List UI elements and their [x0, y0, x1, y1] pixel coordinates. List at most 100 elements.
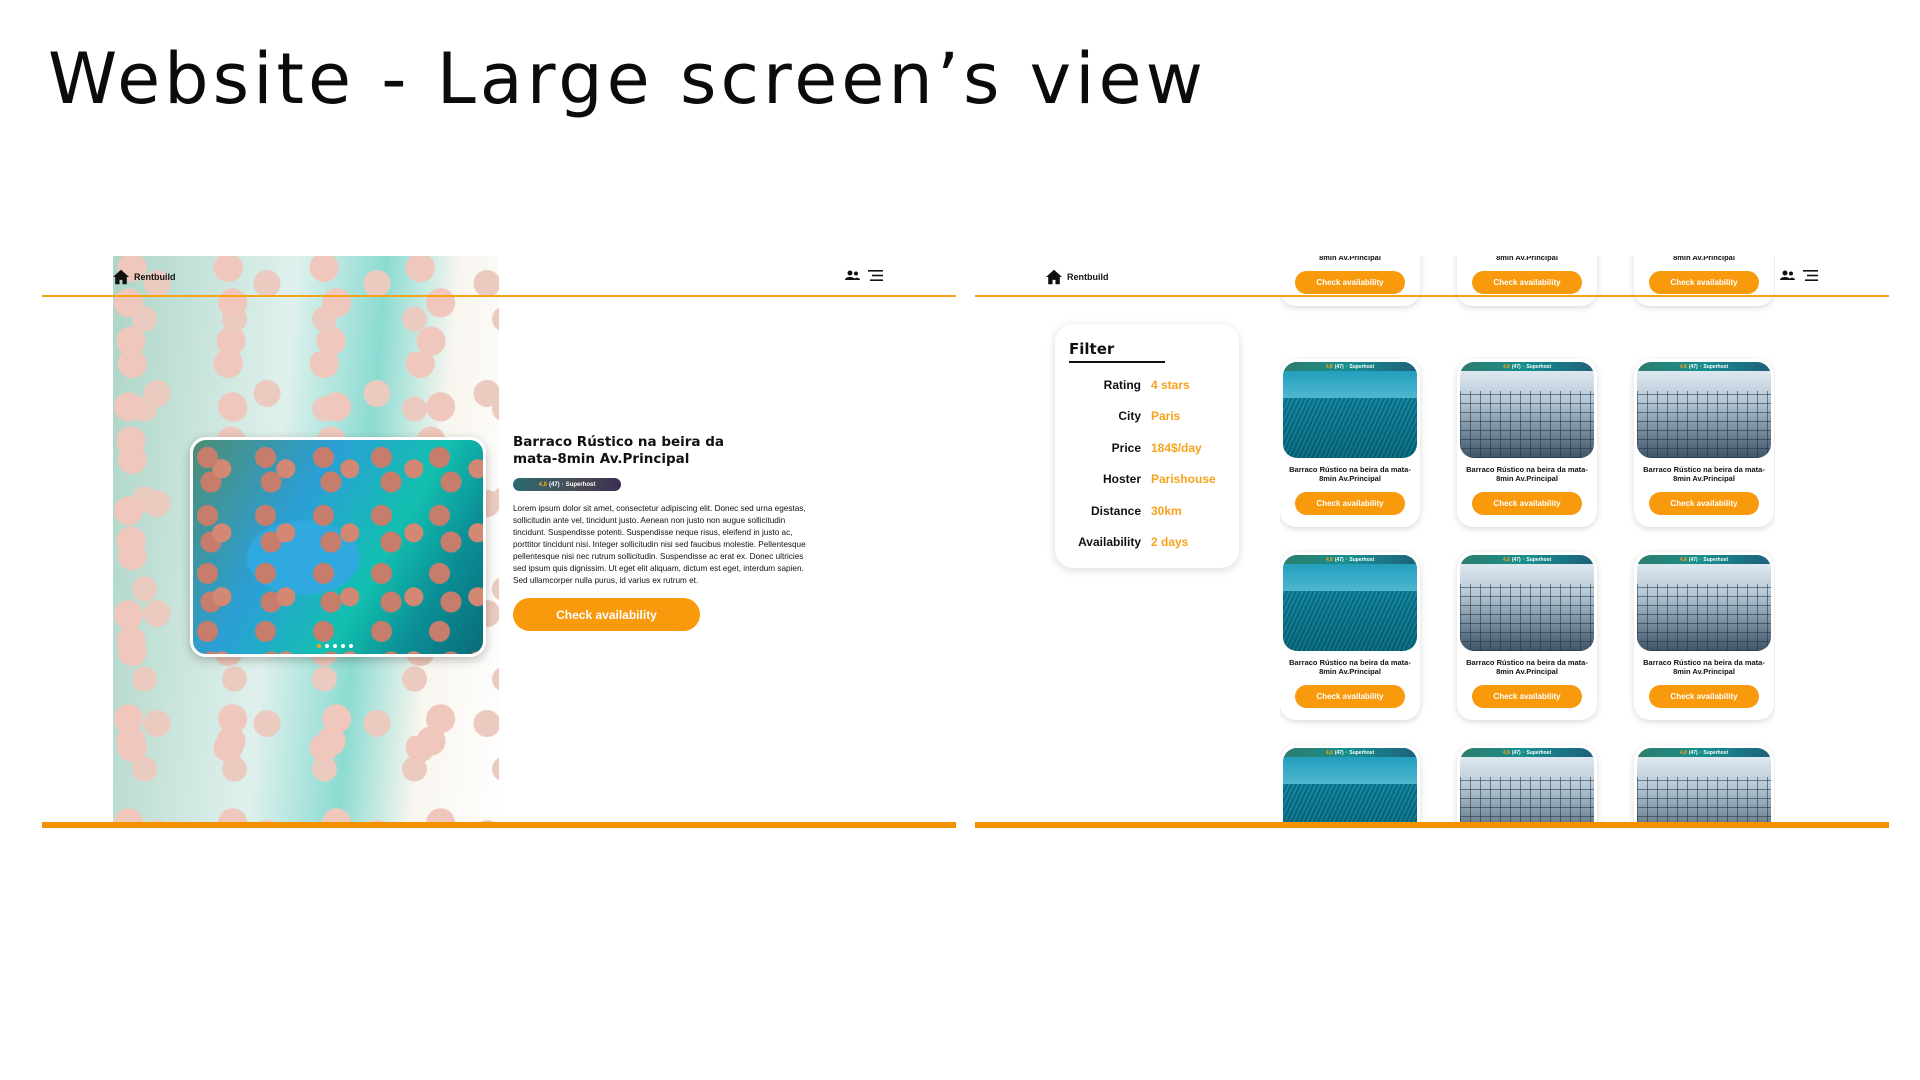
- carousel-dot[interactable]: [325, 644, 329, 648]
- listing-card[interactable]: 4,8(47)·Superhost Barraco Rústico na beir…: [1457, 359, 1597, 527]
- listing-card-title: Barraco Rústico na beira da mata-8min Av…: [1643, 465, 1765, 483]
- badge-separator: ·: [1522, 556, 1525, 563]
- filter-row-price[interactable]: Price 184$/day: [1055, 432, 1239, 464]
- check-availability-button[interactable]: Check availability: [1295, 492, 1405, 515]
- hamburger-menu-icon[interactable]: [868, 270, 883, 281]
- filter-value[interactable]: 4 stars: [1151, 378, 1190, 392]
- listing-card[interactable]: 4,8(47)·Superhost Barraco Rústico na beir…: [1634, 359, 1774, 527]
- superhost-label: Superhost: [565, 481, 596, 488]
- rating-badge: 4,8 (47) · Superhost: [1460, 555, 1594, 564]
- rating-badge: 4,8 (47) · Superhost: [1283, 555, 1417, 564]
- listing-card-image[interactable]: 4,8 (47) · Superhost: [1460, 362, 1594, 458]
- listing-card-title: Barraco Rústico na beira da mata-8min Av…: [1496, 256, 1558, 262]
- listing-card-title: Barraco Rústico na beira da mata-8min Av…: [1466, 658, 1588, 676]
- check-availability-button[interactable]: Check availability: [1472, 492, 1582, 515]
- check-availability-button[interactable]: Check availability: [1649, 271, 1759, 294]
- listing-details: Barraco Rústico na beira da mata-8min Av…: [513, 434, 818, 631]
- brand-logo[interactable]: Rentbuild: [112, 269, 176, 285]
- badge-separator: ·: [1699, 363, 1702, 370]
- listing-card[interactable]: 4,8 (47) · Superhost: [1280, 745, 1420, 822]
- users-icon[interactable]: [845, 270, 860, 281]
- check-availability-button[interactable]: Check availability: [1472, 271, 1582, 294]
- listing-card-title: Barraco Rústico na beira da mata-8min Av…: [1466, 465, 1588, 483]
- listing-card-image[interactable]: 4,8 (47) · Superhost: [1637, 748, 1771, 822]
- rating-value: 4,8: [1679, 749, 1687, 756]
- review-count: (47): [549, 481, 560, 488]
- filter-label: Rating: [1103, 377, 1141, 392]
- carousel-dot[interactable]: [317, 644, 321, 648]
- rating-badge: 4,8 (47) · Superhost: [1460, 748, 1594, 757]
- superhost-label: Superhost: [1703, 749, 1729, 756]
- listing-card-grid: 4,8(47)·SuperhostBarraco Rústico na beir…: [1280, 256, 1775, 822]
- rating-value: 4,8: [1502, 749, 1510, 756]
- filter-value[interactable]: 184$/day: [1151, 441, 1202, 455]
- listing-card[interactable]: 4,8(47)·SuperhostBarraco Rústico na beir…: [1634, 552, 1774, 720]
- badge-separator: ·: [1345, 749, 1348, 756]
- check-availability-button[interactable]: Check availability: [1649, 492, 1759, 515]
- listing-card-image[interactable]: 4,8 (47) · Superhost: [1460, 555, 1594, 651]
- check-availability-button[interactable]: Check availability: [513, 598, 700, 631]
- listing-card[interactable]: 4,8 (47) · Superhost: [1457, 745, 1597, 822]
- listing-card[interactable]: 4,8(47)·SuperhostBarraco Rústico na beir…: [1280, 359, 1420, 527]
- badge-separator: ·: [1522, 749, 1525, 756]
- rating-badge: 4,8 (47) · Superhost: [1637, 748, 1771, 757]
- listing-card-image[interactable]: 4,8 (47) · Superhost: [1637, 555, 1771, 651]
- carousel-dot[interactable]: [333, 644, 337, 648]
- rating-badge: 4,8 (47) · Superhost: [1283, 748, 1417, 757]
- listing-card[interactable]: 4,8(47)·SuperhostBarraco Rústico na beir…: [1280, 552, 1420, 720]
- listing-card-image[interactable]: 4,8 (47) · Superhost: [1283, 362, 1417, 458]
- filter-panel: Filter Rating 4 stars City Paris Price 184$/d…: [1055, 324, 1239, 568]
- filter-row-rating[interactable]: Rating 4 stars: [1055, 369, 1239, 401]
- listing-card-image[interactable]: 4,8 (47) · Superhost: [1283, 555, 1417, 651]
- superhost-label: Superhost: [1703, 556, 1729, 563]
- superhost-label: Superhost: [1349, 556, 1375, 563]
- home-icon: [1046, 269, 1062, 285]
- listing-title: Barraco Rústico na beira da mata-8min Av…: [513, 434, 725, 467]
- filter-row-availability[interactable]: Availability 2 days: [1055, 527, 1239, 559]
- listing-card-title: Barraco Rústico na beira da mata-8min Av…: [1319, 256, 1381, 262]
- filter-row-hoster[interactable]: Hoster Parishouse: [1055, 464, 1239, 496]
- check-availability-button[interactable]: Check availability: [1649, 685, 1759, 708]
- check-availability-button[interactable]: Check availability: [1472, 685, 1582, 708]
- listing-photo-carousel[interactable]: [190, 437, 486, 657]
- review-count: (47): [1334, 363, 1344, 370]
- filter-value[interactable]: Paris: [1151, 409, 1180, 423]
- carousel-dot[interactable]: [349, 644, 353, 648]
- listing-card-image[interactable]: 4,8 (47) · Superhost: [1460, 748, 1594, 822]
- review-count: (47): [1511, 363, 1521, 370]
- rating-badge: 4,8 (47) · Superhost: [1460, 362, 1594, 371]
- filter-value[interactable]: Parishouse: [1151, 472, 1216, 486]
- check-availability-button[interactable]: Check availability: [1295, 271, 1405, 294]
- users-icon[interactable]: [1780, 270, 1795, 281]
- listing-card-image[interactable]: 4,8 (47) · Superhost: [1283, 748, 1417, 822]
- listing-grid-screen: 4,8(47)·SuperhostBarraco Rústico na beir…: [975, 256, 1889, 828]
- listing-card[interactable]: 4,8(47)·SuperhostBarraco Rústico na beir…: [1634, 256, 1774, 306]
- brand-name: Rentbuild: [134, 272, 176, 282]
- listing-card[interactable]: 4,8(47)·SuperhostBarraco Rústico na beir…: [1280, 256, 1420, 306]
- footer-divider: [42, 822, 956, 828]
- nav-icons: [1780, 270, 1818, 281]
- filter-value[interactable]: 2 days: [1151, 535, 1188, 549]
- listing-card[interactable]: 4,8(47)·SuperhostBarraco Rústico na beir…: [1457, 256, 1597, 306]
- rating-value: 4,8: [1502, 363, 1510, 370]
- header-divider: [42, 295, 956, 297]
- filter-row-distance[interactable]: Distance 30km: [1055, 495, 1239, 527]
- filter-label: City: [1118, 409, 1141, 424]
- filter-value[interactable]: 30km: [1151, 504, 1182, 518]
- listing-card[interactable]: 4,8 (47) · Superhost: [1634, 745, 1774, 822]
- carousel-dot[interactable]: [341, 644, 345, 648]
- filter-label: Price: [1111, 440, 1141, 455]
- badge-separator: ·: [561, 481, 564, 488]
- listing-card-image[interactable]: 4,8 (47) · Superhost: [1637, 362, 1771, 458]
- filter-title-underline: [1069, 361, 1165, 363]
- check-availability-button[interactable]: Check availability: [1295, 685, 1405, 708]
- rating-value: 4,8: [1325, 749, 1333, 756]
- badge-separator: ·: [1699, 749, 1702, 756]
- listing-card[interactable]: 4,8(47)·Superhost Barraco Rústico na beir…: [1457, 552, 1597, 720]
- superhost-label: Superhost: [1526, 556, 1552, 563]
- hamburger-menu-icon[interactable]: [1803, 270, 1818, 281]
- brand-logo[interactable]: Rentbuild: [1045, 269, 1109, 285]
- header-divider: [975, 295, 1889, 297]
- filter-title: Filter: [1069, 340, 1115, 358]
- filter-row-city[interactable]: City Paris: [1055, 401, 1239, 433]
